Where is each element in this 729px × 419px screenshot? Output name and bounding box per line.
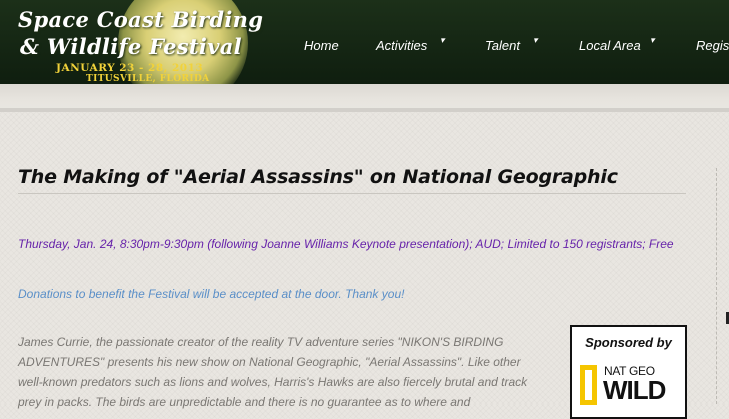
logo-title-line2: & Wildlife Festival [20, 34, 242, 59]
event-time-details: Thursday, Jan. 24, 8:30pm-9:30pm (follow… [18, 237, 674, 251]
nav-item-label: Regist [696, 38, 729, 53]
nav-item-local-area[interactable]: Local Area ▾ [579, 35, 655, 53]
logo-title-line1: Space Coast Birding [18, 7, 264, 32]
nav-item-talent[interactable]: Talent ▾ [485, 35, 538, 53]
sidebar-divider [716, 168, 717, 404]
title-divider [18, 193, 686, 194]
article-description: James Currie, the passionate creator of … [18, 335, 528, 409]
page-title: The Making of "Aerial Assassins" on Nati… [18, 166, 618, 188]
nav-item-label: Activities [376, 38, 428, 53]
donations-note: Donations to benefit the Festival will b… [18, 287, 405, 301]
nav-item-home[interactable]: Home [304, 38, 339, 53]
nav-item-label: Local Area [579, 38, 641, 53]
header-shadow-strip [0, 84, 729, 110]
sponsor-label: Sponsored by [585, 335, 672, 350]
natgeo-yellow-frame-icon [580, 365, 597, 405]
caret-down-icon: ▾ [440, 35, 445, 45]
nav-item-label: Talent [485, 38, 520, 53]
sponsor-box[interactable]: Sponsored by NAT GEO WILD [570, 325, 687, 419]
festival-logo[interactable]: Space Coast Birding & Wildlife Festival … [18, 6, 264, 84]
logo-location: Titusville, Florida [86, 74, 210, 84]
natgeo-logo-bottom: WILD [603, 375, 666, 405]
nav-item-activities[interactable]: Activities ▾ [376, 35, 445, 53]
caret-down-icon: ▾ [533, 35, 538, 45]
logo-dates: January 23 - 28, 2013 [56, 62, 204, 74]
site-header: Space Coast Birding & Wildlife Festival … [0, 0, 729, 108]
header-divider [0, 108, 729, 112]
nav-item-label: Home [304, 38, 339, 53]
caret-down-icon: ▾ [650, 35, 655, 45]
nav-item-register[interactable]: Regist [696, 38, 729, 53]
